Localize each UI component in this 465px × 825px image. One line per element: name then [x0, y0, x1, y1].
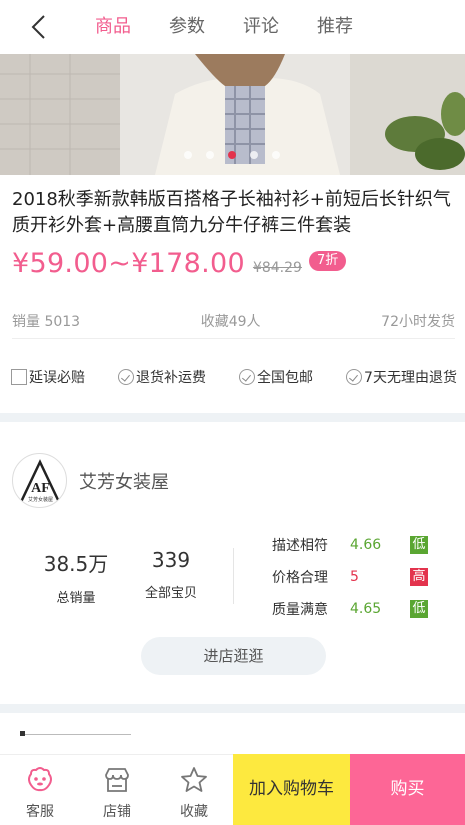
store-button[interactable]: 店铺	[87, 755, 147, 825]
section-indicator-mark	[20, 731, 25, 736]
guarantee-list[interactable]: 延误必赔 退货补运费 全国包邮 7天无理由退货	[11, 367, 457, 387]
rating-description: 描述相符 4.66 低	[272, 535, 428, 555]
svg-text:艾芳女装屋: 艾芳女装屋	[28, 496, 53, 503]
favorite-button[interactable]: 收藏	[164, 755, 224, 825]
store-icon	[102, 765, 132, 795]
shop-all-items[interactable]: 339 全部宝贝	[140, 548, 202, 601]
divider	[12, 338, 455, 339]
service-button[interactable]: 客服	[10, 755, 70, 825]
carousel-dot	[250, 151, 258, 159]
section-separator	[0, 704, 465, 713]
price: ¥59.00~¥178.00	[12, 248, 245, 279]
buy-button[interactable]: 购买	[350, 754, 465, 825]
guarantee-item: 7天无理由退货	[346, 367, 457, 387]
customer-service-icon	[25, 765, 55, 795]
tab-bar: 商品 参数 评论 推荐	[95, 14, 391, 40]
carousel-dot	[272, 151, 280, 159]
back-chevron-icon[interactable]	[26, 12, 54, 42]
shop-name[interactable]: 艾芳女装屋	[79, 468, 169, 494]
guarantee-item: 延误必赔	[11, 367, 85, 387]
rating-quality: 质量满意 4.65 低	[272, 599, 428, 619]
divider	[233, 548, 234, 604]
carousel-dot	[184, 151, 192, 159]
section-separator	[0, 413, 465, 422]
shipping-time: 72小时发货	[381, 314, 455, 330]
tab-recommend[interactable]: 推荐	[317, 14, 353, 40]
guarantee-item: 全国包邮	[239, 367, 313, 387]
product-carousel[interactable]	[0, 54, 465, 175]
tab-params[interactable]: 参数	[169, 14, 205, 40]
top-nav: 商品 参数 评论 推荐	[0, 0, 465, 54]
visit-shop-button[interactable]: 进店逛逛	[141, 637, 326, 675]
favorite-count: 收藏49人	[200, 314, 261, 330]
add-to-cart-button[interactable]: 加入购物车	[233, 754, 350, 825]
guarantee-item: 退货补运费	[118, 367, 206, 387]
price-row: ¥59.00~¥178.00 ¥84.29 7折	[12, 248, 347, 279]
checkbox-icon	[11, 369, 27, 385]
discount-badge: 7折	[308, 250, 347, 271]
section-indicator-line	[20, 734, 131, 735]
product-stats: 销量 5013 收藏49人 72小时发货	[12, 311, 455, 331]
carousel-indicator	[184, 151, 294, 159]
carousel-dot-active	[228, 151, 236, 159]
sales-count: 销量 5013	[12, 314, 81, 330]
product-title: 2018秋季新款韩版百搭格子长袖衬衫+前短后长针织气质开衫外套+高腰直筒九分牛仔…	[12, 189, 451, 236]
check-circle-icon	[239, 369, 256, 385]
shop-logo[interactable]: AF 艾芳女装屋	[12, 453, 67, 508]
svg-text:AF: AF	[31, 481, 50, 496]
rating-price: 价格合理 5 高	[272, 567, 428, 587]
check-circle-icon	[118, 369, 135, 385]
shop-total-sales: 38.5万 总销量	[43, 552, 109, 606]
carousel-dot	[206, 151, 214, 159]
tab-product[interactable]: 商品	[95, 14, 131, 40]
tab-reviews[interactable]: 评论	[243, 14, 279, 40]
star-icon	[179, 765, 209, 795]
original-price: ¥84.29	[252, 259, 302, 276]
check-circle-icon	[346, 369, 363, 385]
